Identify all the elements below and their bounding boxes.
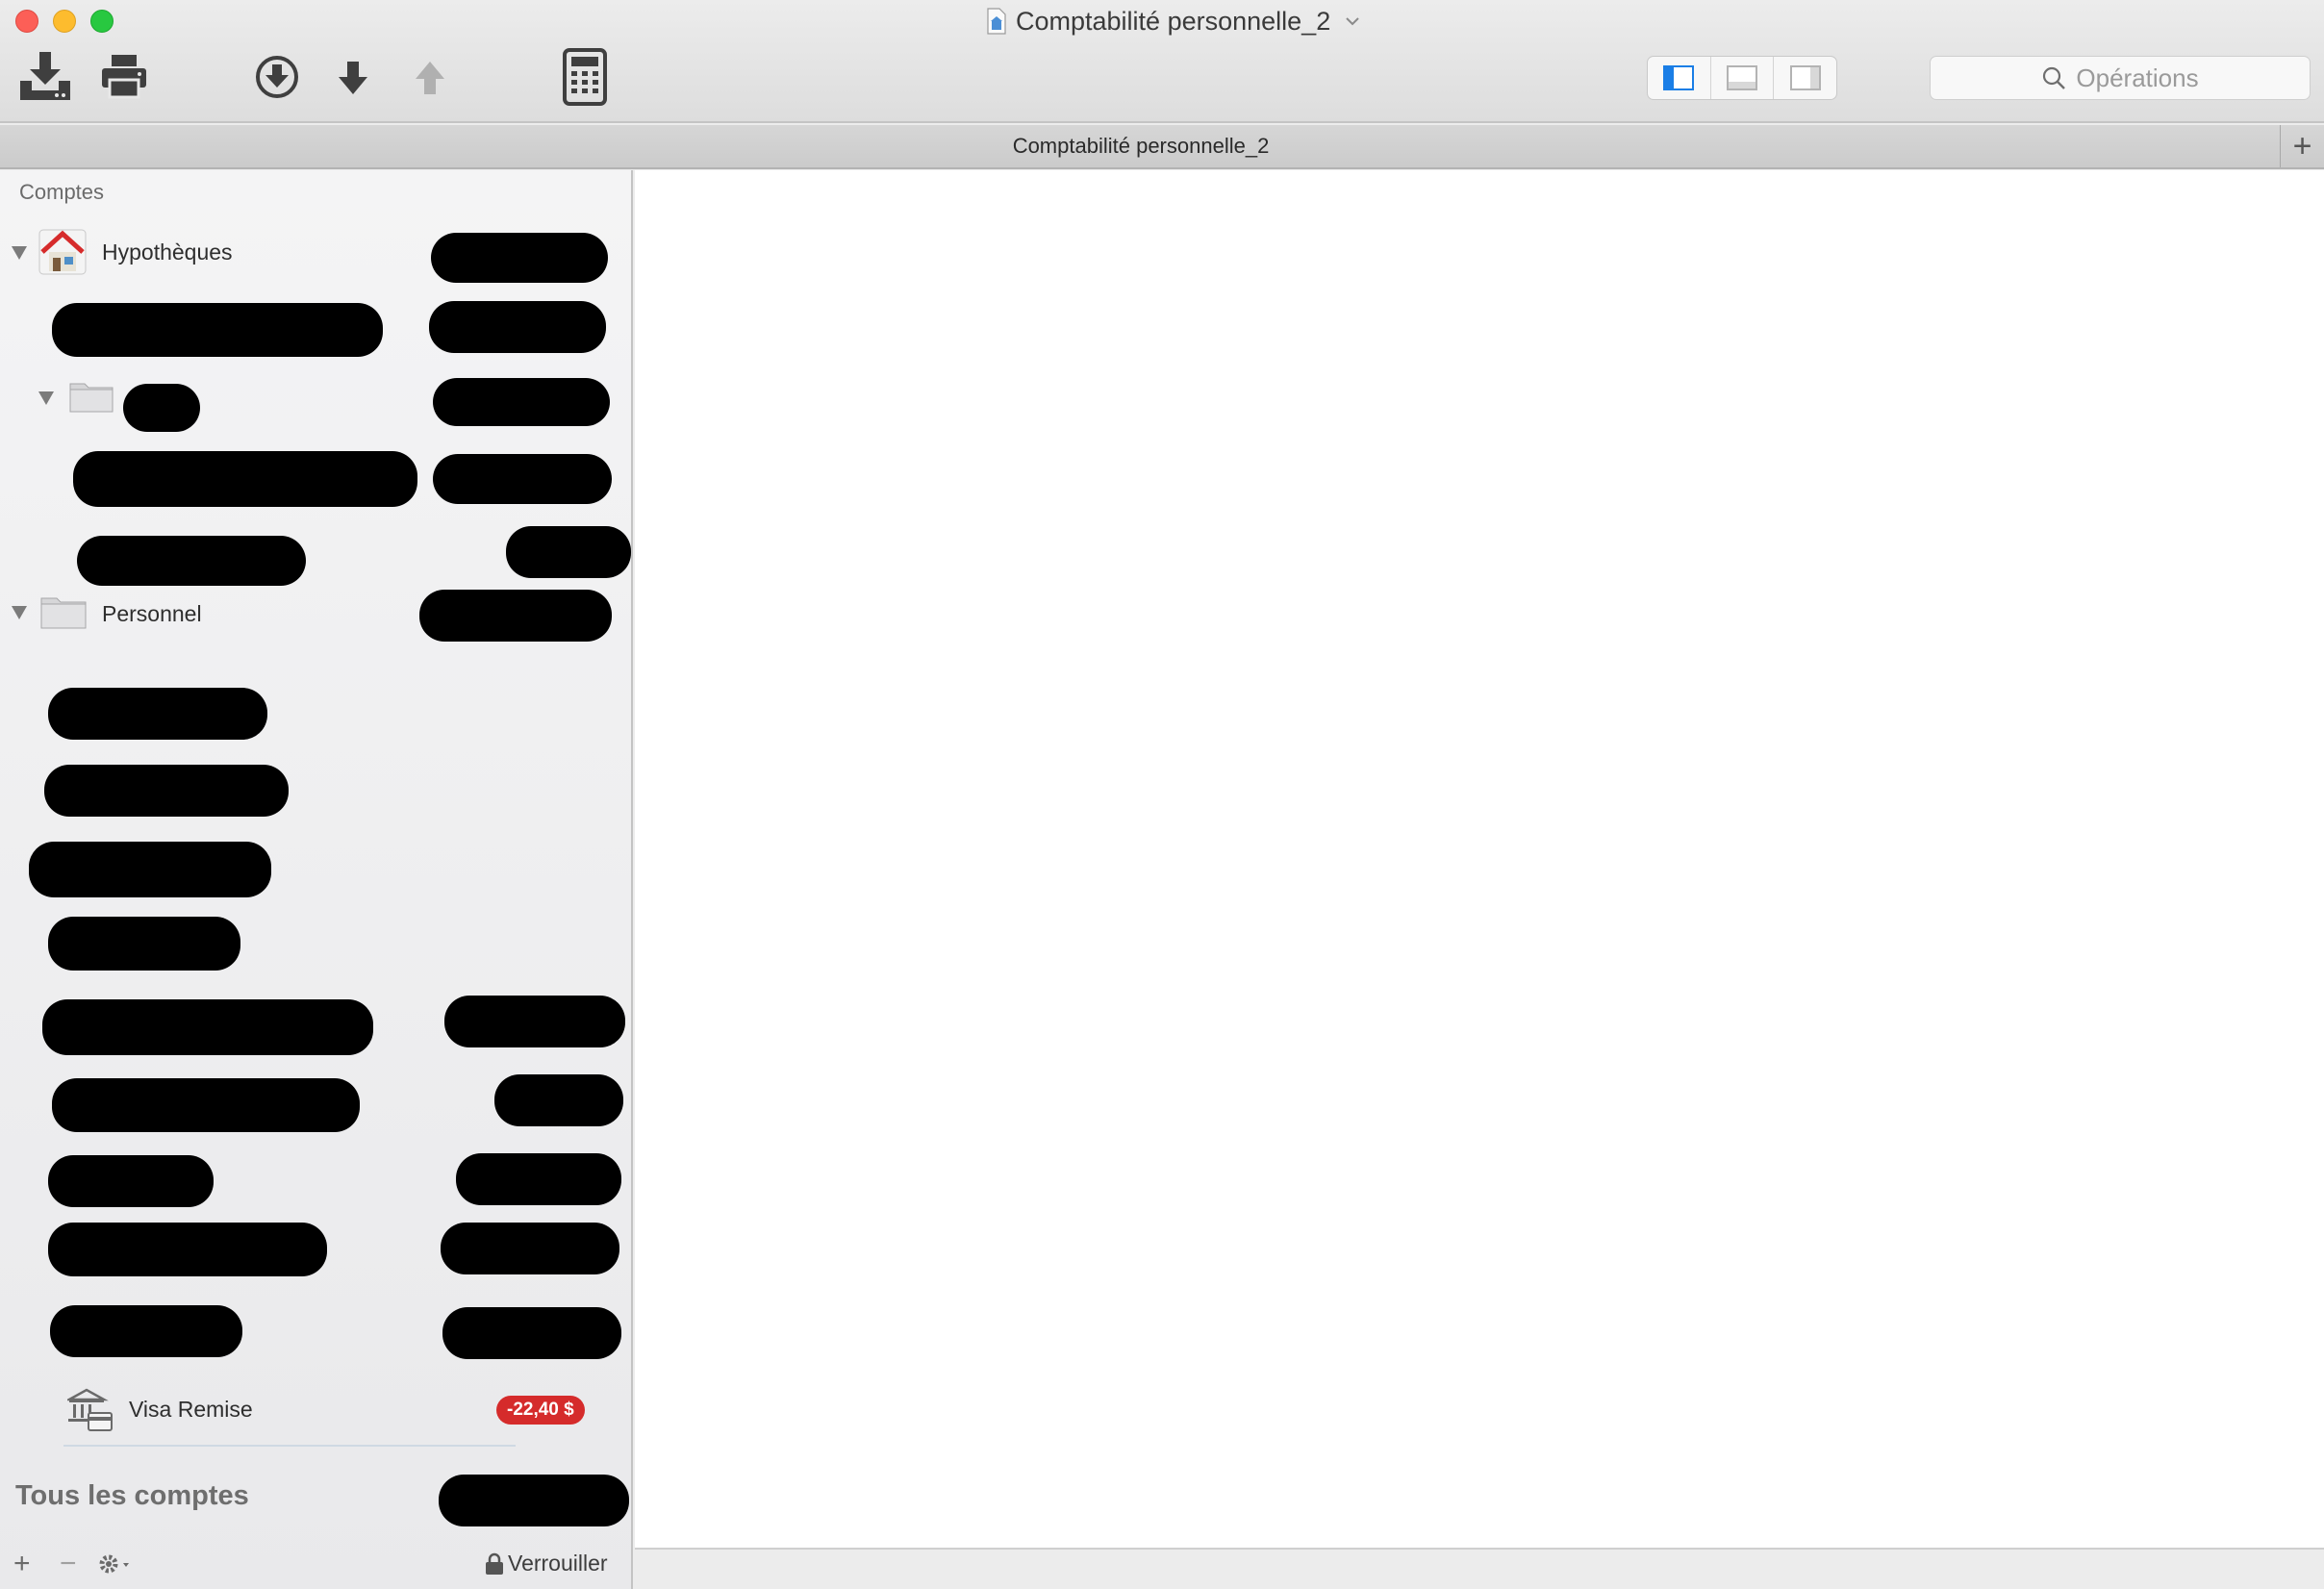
sidebar-account-row[interactable] [0, 913, 631, 971]
sidebar-account-row[interactable] [0, 1301, 631, 1359]
accounts-sidebar: Comptes Hypothèques Personnel Visa Remis… [0, 170, 633, 1589]
printer-icon [102, 55, 146, 99]
chevron-down-icon [1346, 17, 1359, 26]
disclosure-triangle-down-icon[interactable] [12, 246, 27, 260]
redacted-balance [494, 1074, 623, 1126]
sidebar-account-row[interactable] [0, 1149, 631, 1207]
bank-card-icon [67, 1388, 113, 1431]
group-label-personnel: Personnel [102, 601, 202, 626]
arrow-down-icon [339, 62, 367, 94]
show-right-pane-segment[interactable] [1774, 57, 1836, 99]
window-title[interactable]: Comptabilité personnelle_2 [987, 6, 1361, 37]
lock-button[interactable]: Verrouiller [485, 1538, 608, 1589]
sidebar-subgroup-row[interactable] [0, 370, 631, 432]
import-button[interactable] [17, 48, 73, 104]
disclosure-triangle-down-icon[interactable] [12, 606, 27, 619]
sidebar-account-row[interactable] [0, 449, 631, 507]
window-toolbar: Comptabilité personnelle_2 Opérations [0, 0, 2324, 123]
document-icon [987, 8, 1006, 35]
remove-account-button[interactable]: − [60, 1538, 77, 1589]
sidebar-account-row[interactable] [0, 1074, 631, 1132]
sidebar-group-personnel[interactable]: Personnel [0, 590, 631, 647]
redacted-balance [456, 1153, 621, 1205]
print-button[interactable] [96, 48, 152, 104]
search-icon [2043, 66, 2066, 89]
redacted-account-name [77, 536, 306, 586]
sidebar-account-row[interactable] [0, 684, 631, 742]
calculator-button[interactable] [558, 46, 612, 108]
main-content-area[interactable] [635, 170, 2324, 1548]
sidebar-account-row[interactable] [0, 297, 631, 357]
redacted-balance [419, 590, 612, 642]
calculator-icon [563, 48, 607, 106]
folder-icon [69, 383, 114, 413]
arrow-down-circle-icon [256, 56, 298, 98]
redacted-account-name [48, 917, 240, 971]
redacted-account-name [29, 842, 271, 897]
house-icon [38, 229, 87, 275]
redacted-account-name [42, 999, 373, 1055]
download-circle-button[interactable] [252, 52, 302, 102]
tab-comptabilite[interactable]: Comptabilité personnelle_2 [0, 125, 2282, 167]
redacted-account-name [48, 688, 267, 740]
redacted-account-name [73, 451, 417, 507]
lock-icon [486, 1552, 503, 1575]
arrow-up-icon [416, 62, 444, 94]
document-tab-bar: Comptabilité personnelle_2 + [0, 125, 2324, 169]
section-header-comptes: Comptes [19, 180, 105, 204]
move-down-button[interactable] [331, 54, 375, 104]
gear-icon [99, 1554, 129, 1573]
redacted-account-name [52, 1078, 360, 1132]
sidebar-account-visa-remise[interactable]: Visa Remise -22,40 $ [0, 1380, 631, 1438]
sidebar-bottom-bar: + − Verrouiller [0, 1538, 631, 1589]
zoom-window-button[interactable] [90, 10, 114, 33]
pane-bottom-icon [1727, 65, 1757, 90]
redacted-balance [444, 996, 625, 1047]
view-segmented-control [1647, 56, 1837, 100]
add-account-button[interactable]: + [13, 1538, 31, 1589]
redacted-balance [429, 301, 606, 353]
sidebar-divider [63, 1445, 516, 1447]
sidebar-right-icon [1789, 65, 1821, 90]
search-placeholder: Opérations [2076, 63, 2199, 92]
download-tray-icon [20, 52, 70, 100]
redacted-account-name [50, 1305, 242, 1357]
redacted-balance [506, 526, 631, 578]
redacted-balance [442, 1307, 621, 1359]
redacted-account-name [52, 303, 383, 357]
redacted-folder-name [123, 384, 200, 432]
redacted-account-name [44, 765, 289, 817]
account-actions-menu[interactable] [98, 1538, 135, 1589]
main-status-bar [635, 1548, 2324, 1589]
operations-search-field[interactable]: Opérations [1930, 56, 2311, 100]
sidebar-account-row[interactable] [0, 526, 631, 586]
group-label-hypotheques: Hypothèques [102, 240, 233, 265]
redacted-total-balance [439, 1475, 629, 1526]
redacted-account-name [48, 1155, 214, 1207]
redacted-balance [433, 378, 610, 426]
minimize-window-button[interactable] [53, 10, 76, 33]
window-title-text: Comptabilité personnelle_2 [1016, 6, 1331, 36]
show-bottom-pane-segment[interactable] [1711, 57, 1775, 99]
move-up-button[interactable] [408, 54, 452, 104]
show-left-pane-segment[interactable] [1648, 57, 1711, 99]
sidebar-group-hypotheques[interactable]: Hypothèques [0, 223, 631, 283]
redacted-balance [433, 454, 612, 504]
lock-label: Verrouiller [508, 1551, 608, 1576]
disclosure-triangle-down-icon[interactable] [38, 391, 54, 405]
account-label-visa-remise: Visa Remise [129, 1397, 253, 1422]
redacted-balance [431, 233, 608, 283]
folder-icon [40, 597, 87, 629]
redacted-account-name [48, 1223, 327, 1276]
sidebar-left-icon [1663, 65, 1695, 90]
add-tab-button[interactable]: + [2280, 125, 2324, 167]
redacted-balance [441, 1223, 619, 1274]
sidebar-account-row[interactable] [0, 836, 631, 897]
sidebar-account-row[interactable] [0, 761, 631, 819]
sidebar-account-row[interactable] [0, 996, 631, 1055]
negative-balance-badge: -22,40 $ [496, 1396, 585, 1425]
all-accounts-label[interactable]: Tous les comptes [15, 1480, 249, 1512]
close-window-button[interactable] [15, 10, 38, 33]
sidebar-account-row[interactable] [0, 1219, 631, 1276]
